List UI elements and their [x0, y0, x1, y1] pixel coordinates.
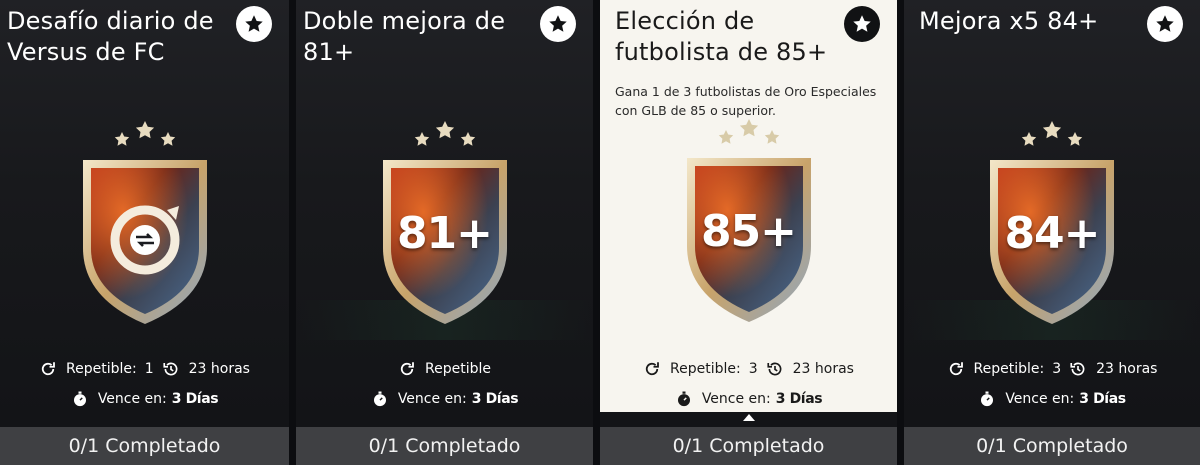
card-title: Elección de futbolista de 85+ — [615, 7, 828, 66]
favorite-star-button[interactable] — [540, 6, 576, 42]
badge-rating: 84+ — [1004, 208, 1100, 259]
favorite-star-button[interactable] — [236, 6, 272, 42]
objectives-row: Desafío diario de Versus de FC Repetible… — [0, 0, 1200, 465]
card-title: Mejora x5 84+ — [919, 7, 1099, 35]
history-clock-icon — [162, 360, 180, 378]
three-stars-icon — [414, 121, 475, 146]
objective-card-player-pick-85[interactable]: Elección de futbolista de 85+ Gana 1 de … — [600, 0, 897, 465]
badge-rating: 81+ — [396, 208, 493, 259]
star-icon — [245, 15, 263, 32]
time-left: 23 horas — [792, 361, 854, 377]
history-clock-icon — [766, 360, 784, 378]
three-stars-icon — [1021, 121, 1083, 146]
repeatable-count: 3 — [1052, 361, 1062, 377]
favorite-star-button[interactable] — [844, 6, 880, 42]
time-left: 23 horas — [1096, 361, 1158, 377]
three-stars-icon — [114, 121, 175, 146]
stopwatch-icon — [71, 390, 89, 408]
expires-value: 3 Días — [775, 391, 823, 407]
expires-value: 3 Días — [1079, 391, 1126, 407]
badge-rating: 85+ — [700, 206, 797, 257]
pack-badge: 84+ — [977, 118, 1127, 348]
refresh-icon — [643, 360, 661, 378]
card-title: Desafío diario de Versus de FC — [7, 7, 214, 66]
refresh-icon — [398, 360, 416, 378]
expires-value: 3 Días — [171, 391, 219, 407]
expires-label: Vence en: — [397, 391, 467, 407]
time-left: 23 horas — [188, 361, 250, 377]
pack-badge: 85+ — [674, 116, 824, 346]
repeatable-count: 3 — [748, 361, 758, 377]
progress-bar: 0/1 Completado — [600, 427, 897, 465]
expires-label: Vence en: — [1005, 391, 1075, 407]
shield-badge-icon — [82, 160, 207, 324]
favorite-star-button[interactable] — [1147, 6, 1183, 42]
stopwatch-icon — [371, 390, 389, 408]
repeatable-label: Repetible: — [66, 361, 137, 377]
star-icon — [549, 15, 567, 32]
card-title: Doble mejora de 81+ — [303, 7, 506, 66]
expires-label: Vence en: — [701, 391, 771, 407]
selection-caret-icon — [742, 414, 755, 421]
star-icon — [853, 15, 871, 32]
expires-label: Vence en: — [97, 391, 167, 407]
progress-bar: 0/1 Completado — [0, 427, 289, 465]
repeatable-label: Repetible: — [670, 361, 741, 377]
stopwatch-icon — [675, 390, 693, 408]
repeatable-label: Repetible: — [973, 361, 1045, 377]
history-clock-icon — [1069, 360, 1087, 378]
objective-card-double-upgrade-81[interactable]: Doble mejora de 81+ 81+ Repetible Vence … — [296, 0, 593, 465]
progress-bar: 0/1 Completado — [904, 427, 1200, 465]
repeatable-label: Repetible — [425, 361, 491, 377]
objective-card-versus-daily[interactable]: Desafío diario de Versus de FC Repetible… — [0, 0, 289, 465]
objective-card-upgrade-x5-84[interactable]: Mejora x5 84+ 84+ Repetible: 3 23 horas … — [904, 0, 1200, 465]
stopwatch-icon — [978, 390, 996, 408]
progress-bar: 0/1 Completado — [296, 427, 593, 465]
refresh-icon — [39, 360, 57, 378]
card-description: Gana 1 de 3 futbolistas de Oro Especiale… — [615, 84, 877, 118]
pack-badge — [70, 118, 220, 348]
three-stars-icon — [718, 119, 779, 144]
repeatable-count: 1 — [144, 361, 154, 377]
refresh-icon — [947, 360, 965, 378]
star-icon — [1156, 15, 1174, 32]
pack-badge: 81+ — [370, 118, 520, 348]
expires-value: 3 Días — [471, 391, 519, 407]
